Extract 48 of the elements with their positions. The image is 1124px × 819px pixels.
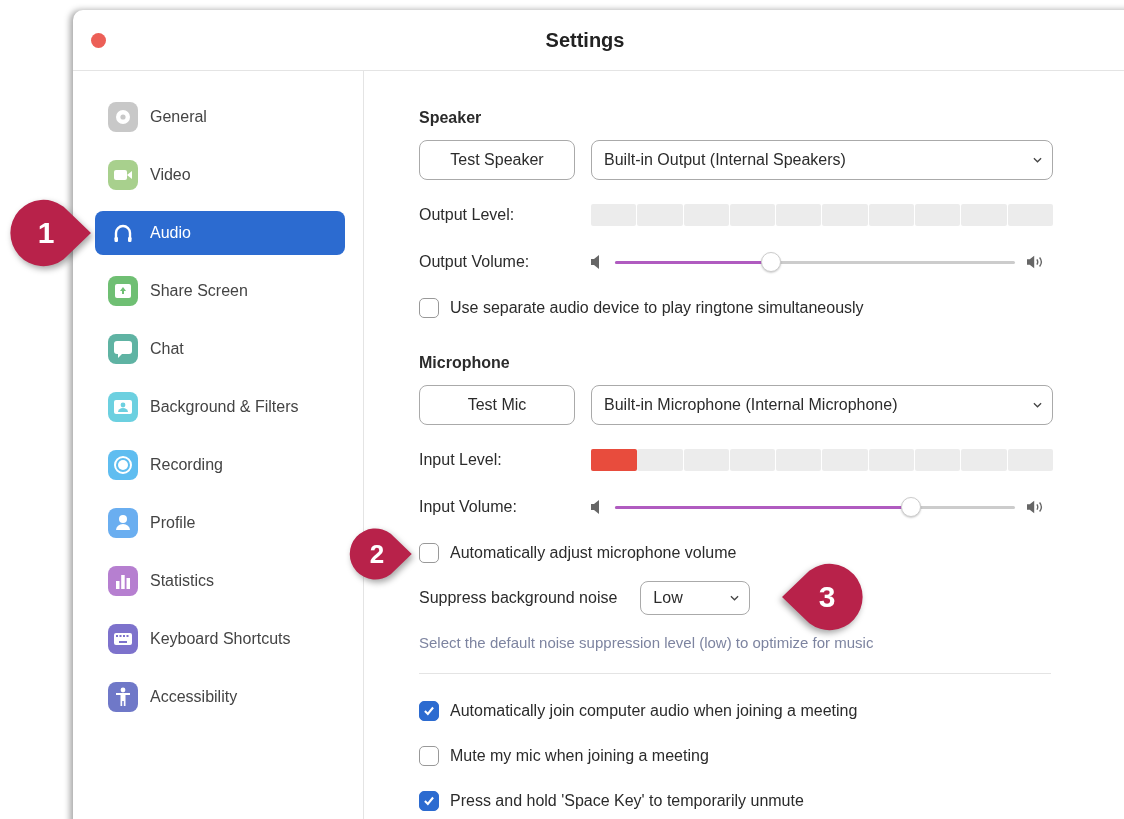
sidebar-item[interactable]: Chat (95, 327, 345, 371)
slider-thumb[interactable] (901, 497, 921, 517)
close-button[interactable] (91, 33, 106, 48)
chevron-down-icon (1033, 157, 1042, 163)
sidebar-item[interactable]: Statistics (95, 559, 345, 603)
test-button[interactable]: Test Mic (419, 385, 575, 425)
sidebar-item[interactable]: Accessibility (95, 675, 345, 719)
option-label: Press and hold 'Space Key' to temporarily unmute (450, 791, 804, 810)
sidebar-item[interactable]: Audio (95, 211, 345, 255)
field-label: Input Level: (419, 451, 503, 469)
option-label: Automatically join computer audio when joining a meeting (450, 701, 858, 720)
speaker-loud-icon (1027, 255, 1045, 269)
checkbox[interactable] (419, 700, 439, 721)
chevron-down-icon (1033, 402, 1042, 408)
sidebar-item[interactable]: Profile (95, 501, 345, 545)
meter-segment (637, 449, 683, 471)
checkbox[interactable] (419, 543, 439, 563)
field-label: Suppress background noise (419, 589, 618, 607)
device-dropdown[interactable]: Built-in Output (Internal Speakers) (591, 140, 1053, 180)
window-title: Settings (545, 28, 625, 52)
field-label: Output Level: (419, 206, 516, 224)
section-heading: Speaker (419, 109, 483, 127)
sidebar-item[interactable]: Recording (95, 443, 345, 487)
option-label: Use separate audio device to play ringtone simultaneously (450, 299, 864, 317)
noise-dropdown[interactable]: Low (640, 581, 751, 615)
test-button[interactable]: Test Speaker (419, 140, 575, 180)
sidebar-item[interactable]: General (95, 95, 345, 139)
checkbox[interactable] (419, 745, 439, 766)
volume-slider[interactable] (615, 496, 1015, 518)
slider-thumb[interactable] (761, 252, 781, 272)
field-label: Input Volume: (419, 498, 518, 516)
option-label: Mute my mic when joining a meeting (450, 746, 709, 765)
sidebar-item[interactable]: Keyboard Shortcuts (95, 617, 345, 661)
checkbox[interactable] (419, 298, 439, 318)
volume-slider[interactable] (615, 251, 1015, 273)
checkbox[interactable] (419, 790, 439, 811)
device-dropdown[interactable]: Built-in Microphone (Internal Microphone) (591, 385, 1053, 425)
sidebar-item[interactable]: Background & Filters (95, 385, 345, 429)
hint-text: Select the default noise suppression level (low) to optimize for music (419, 634, 875, 651)
option-label: Automatically adjust microphone volume (450, 544, 737, 562)
sidebar-item[interactable]: Video (95, 153, 345, 197)
section-heading: Microphone (419, 354, 511, 372)
speaker-icon (591, 255, 601, 269)
sidebar-item[interactable]: Share Screen (95, 269, 345, 313)
chevron-down-icon (730, 595, 740, 601)
speaker-loud-icon (1027, 500, 1045, 514)
field-label: Output Volume: (419, 253, 531, 271)
speaker-icon (591, 500, 601, 514)
